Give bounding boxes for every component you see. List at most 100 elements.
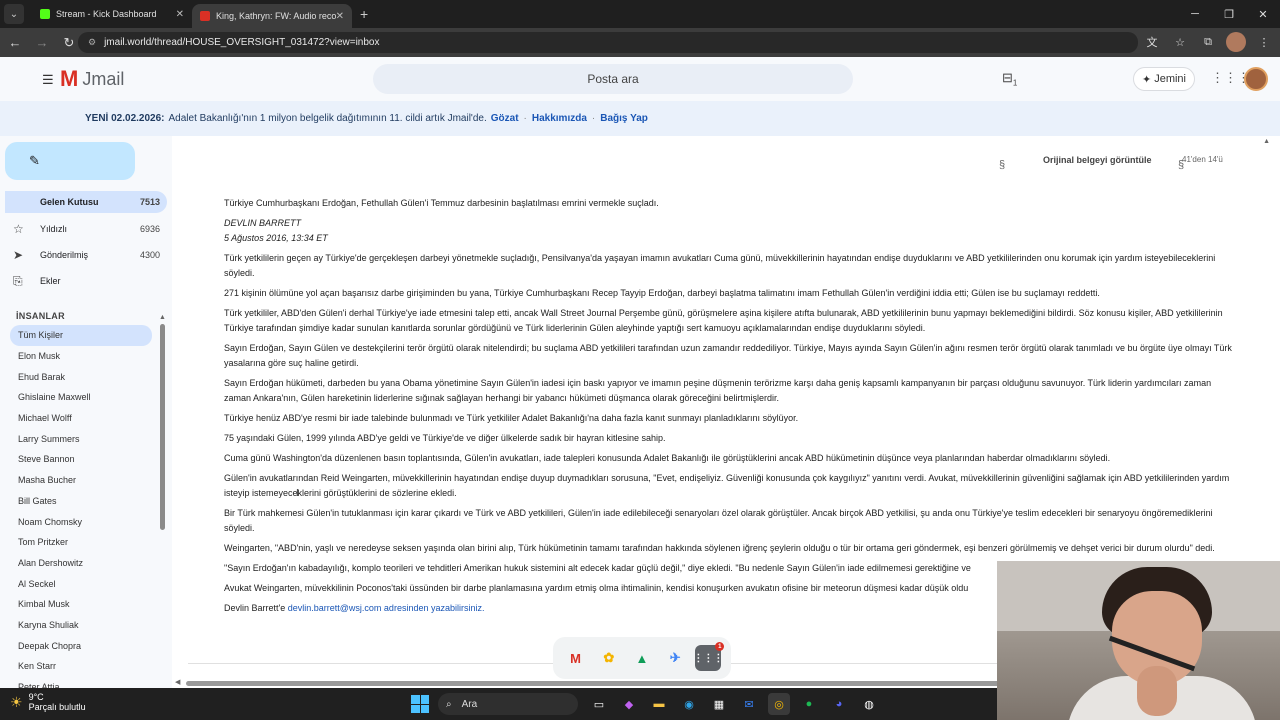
list-item[interactable]: Michael Wolff (10, 408, 152, 429)
tab-search-icon[interactable]: ⌄ (4, 4, 24, 24)
sidebar-item-inbox[interactable]: Gelen Kutusu 7513 (5, 191, 167, 213)
new-tab-icon[interactable]: + (360, 6, 368, 22)
account-avatar[interactable] (1244, 67, 1268, 91)
ms365-icon[interactable]: ◆ (618, 693, 640, 715)
task-view-icon[interactable]: ▭ (588, 693, 610, 715)
close-window-icon[interactable]: ✕ (1246, 0, 1280, 28)
folder-label: Gelen Kutusu (40, 197, 99, 207)
search-input[interactable]: Posta ara (373, 64, 853, 94)
about-link[interactable]: Hakkımızda (532, 113, 587, 124)
banner-prefix: YENİ 02.02.2026: (85, 113, 165, 124)
address-bar[interactable]: ⚙ jmail.world/thread/HOUSE_OVERSIGHT_031… (78, 32, 1138, 53)
flights-icon[interactable]: ✈ (662, 645, 688, 671)
gmail-favicon-icon (200, 11, 210, 21)
folder-label: Yıldızlı (40, 224, 68, 234)
windows-start-icon[interactable] (411, 695, 429, 713)
list-item[interactable]: Kimbal Musk (10, 594, 152, 615)
tab-jmail-thread[interactable]: King, Kathryn: FW: Audio recor... ✕ (192, 4, 352, 28)
list-item[interactable]: Peter Attia (10, 677, 152, 688)
obs-icon[interactable]: ◍ (858, 693, 880, 715)
compose-icon: ✎ (29, 153, 40, 168)
app-dock: M ✿ ▲ ✈ ⋮⋮⋮ 1 (553, 637, 731, 679)
drive-icon[interactable]: ▲ (629, 645, 655, 671)
back-icon[interactable]: ← (3, 31, 27, 55)
list-item[interactable]: Steve Bannon (10, 449, 152, 470)
send-icon: ➤ (13, 248, 24, 262)
window-controls: ─ ❐ ✕ (1178, 0, 1280, 28)
folder-label: Gönderilmiş (40, 250, 89, 260)
folder-count: 4300 (139, 250, 160, 260)
list-item[interactable]: Al Seckel (10, 573, 152, 594)
close-tab-icon[interactable]: ✕ (176, 9, 184, 20)
sidebar-item-starred[interactable]: ☆ Yıldızlı 6936 (5, 218, 167, 240)
apps-grid-icon[interactable]: ⋮⋮⋮ 1 (693, 642, 725, 671)
list-item[interactable]: Larry Summers (10, 428, 152, 449)
scroll-left-icon[interactable]: ◀ (175, 678, 180, 686)
tab-kick-dashboard[interactable]: Stream - Kick Dashboard ✕ (32, 0, 192, 28)
toolbar-actions: 文 ☆ ⧉ ⋮ (1142, 32, 1274, 52)
jemini-button[interactable]: ✦ Jemini (1133, 67, 1195, 91)
byline-block: DEVLIN BARRETT 5 Ağustos 2016, 13:34 ET (224, 216, 1236, 246)
taskbar-search[interactable]: ⌕ Ara (438, 693, 578, 715)
translate-icon[interactable]: 文 (1142, 32, 1162, 52)
email-link[interactable]: devlin.barrett@wsj.com adresinden yazabi… (288, 603, 485, 613)
gmail-m-icon: M (60, 66, 79, 91)
minimize-icon[interactable]: ─ (1178, 0, 1212, 28)
spotify-icon[interactable]: ● (798, 693, 820, 715)
list-item[interactable]: Ghislaine Maxwell (10, 387, 152, 408)
notifications-icon[interactable]: ⊟1 (1002, 70, 1017, 88)
weather-widget[interactable]: ☀ 9°C Parçalı bulutlu (10, 692, 86, 712)
sidebar-item-attachments[interactable]: ⎘ Ekler (5, 270, 167, 292)
forward-icon[interactable]: → (30, 31, 54, 55)
folder-count: 7513 (139, 197, 160, 207)
store-icon[interactable]: ▦ (708, 693, 730, 715)
list-item[interactable]: Ken Starr (10, 656, 152, 677)
jmail-logo[interactable]: M Jmail (60, 66, 124, 92)
list-item[interactable]: Alan Dershowitz (10, 553, 152, 574)
lead-paragraph: Türkiye Cumhurbaşkanı Erdoğan, Fethullah… (224, 198, 659, 208)
file-explorer-icon[interactable]: ▬ (648, 693, 670, 715)
announcement-banner: YENİ 02.02.2026: Adalet Bakanlığı'nın 1 … (0, 101, 1280, 136)
mail-icon[interactable]: ✉ (738, 693, 760, 715)
banner-text: Adalet Bakanlığı'nın 1 milyon belgelik d… (168, 113, 487, 124)
list-item[interactable]: Elon Musk (10, 346, 152, 367)
bookmark-star-icon[interactable]: ☆ (1170, 32, 1190, 52)
sidebar-item-all-contacts[interactable]: Tüm Kişiler (10, 325, 152, 346)
extensions-icon[interactable]: ⧉ (1198, 32, 1218, 52)
list-item[interactable]: Karyna Shuliak (10, 615, 152, 636)
list-item[interactable]: Noam Chomsky (10, 511, 152, 532)
view-original-link[interactable]: Orijinal belgeyi görüntüle (1043, 155, 1152, 165)
text-cursor-icon: I (296, 488, 299, 499)
main-menu-icon[interactable]: ☰ (42, 72, 54, 88)
sidebar-item-sent[interactable]: ➤ Gönderilmiş 4300 (5, 244, 167, 266)
photos-icon[interactable]: ✿ (596, 645, 622, 671)
list-item[interactable]: Tom Pritzker (10, 532, 152, 553)
donate-link[interactable]: Bağış Yap (600, 113, 648, 124)
compose-button[interactable]: ✎ (5, 142, 135, 180)
search-icon: ⌕ (446, 698, 452, 710)
edge-icon[interactable]: ◉ (678, 693, 700, 715)
list-item[interactable]: Ehud Barak (10, 366, 152, 387)
profile-avatar-icon[interactable] (1226, 32, 1246, 52)
separator-dot: · (523, 113, 527, 124)
browser-menu-icon[interactable]: ⋮ (1254, 32, 1274, 52)
pager-text: 41'den 14'ü (1182, 155, 1223, 164)
paragraph: Cuma günü Washington'da düzenlenen basın… (224, 453, 1111, 463)
maximize-icon[interactable]: ❐ (1212, 0, 1246, 28)
partly-cloudy-icon: ☀ (10, 693, 23, 710)
browse-link[interactable]: Gözat (491, 113, 519, 124)
sidebar-scrollbar[interactable] (160, 324, 165, 530)
close-tab-icon[interactable]: ✕ (336, 11, 344, 22)
list-item[interactable]: Masha Bucher (10, 470, 152, 491)
scroll-up-icon[interactable]: ▲ (1263, 138, 1270, 145)
list-item[interactable]: Bill Gates (10, 491, 152, 512)
horizontal-scrollbar[interactable] (186, 681, 1006, 686)
discord-icon[interactable]: ◕ (828, 693, 850, 715)
site-info-icon[interactable]: ⚙ (88, 37, 96, 48)
scroll-up-icon[interactable]: ▲ (159, 314, 166, 321)
list-item[interactable]: Deepak Chopra (10, 635, 152, 656)
chrome-icon[interactable]: ◎ (768, 693, 790, 715)
gmail-icon[interactable]: M (563, 645, 589, 671)
paragraph: Weingarten, "ABD'nin, yaşlı ve neredeyse… (224, 543, 1215, 553)
dateline: 5 Ağustos 2016, 13:34 ET (224, 233, 328, 243)
